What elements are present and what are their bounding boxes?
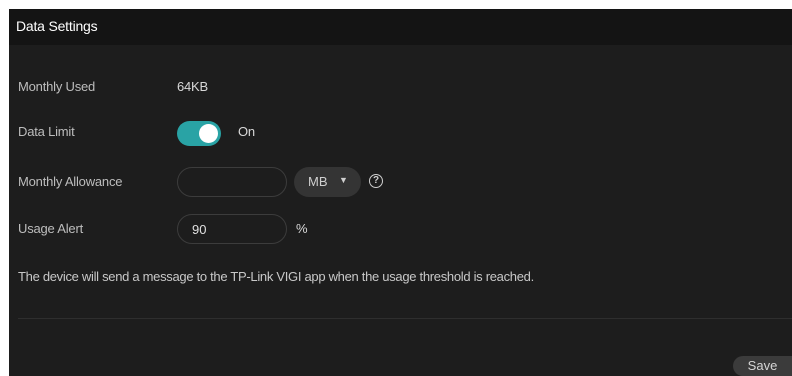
monthly-allowance-label: Monthly Allowance — [18, 174, 123, 189]
divider — [18, 318, 792, 319]
monthly-used-label: Monthly Used — [18, 79, 96, 94]
usage-alert-input[interactable] — [177, 214, 287, 244]
save-button[interactable]: Save — [733, 356, 792, 376]
usage-alert-note: The device will send a message to the TP… — [18, 269, 534, 284]
usage-alert-label: Usage Alert — [18, 221, 84, 236]
page-title: Data Settings — [16, 18, 98, 34]
data-limit-state: On — [238, 124, 255, 139]
help-icon[interactable]: ? — [369, 174, 383, 188]
data-limit-toggle[interactable] — [177, 121, 221, 146]
usage-alert-unit: % — [296, 221, 308, 236]
allowance-unit-value: MB — [308, 174, 328, 189]
panel-header: Data Settings — [9, 9, 792, 45]
data-limit-label: Data Limit — [18, 124, 75, 139]
data-settings-panel: Data Settings Monthly Used 64KB Data Lim… — [9, 9, 792, 376]
monthly-allowance-input[interactable] — [177, 167, 287, 197]
toggle-knob — [199, 124, 218, 143]
monthly-used-value: 64KB — [177, 79, 209, 94]
chevron-down-icon: ▼ — [339, 175, 348, 185]
allowance-unit-select[interactable]: MB ▼ — [294, 167, 361, 197]
